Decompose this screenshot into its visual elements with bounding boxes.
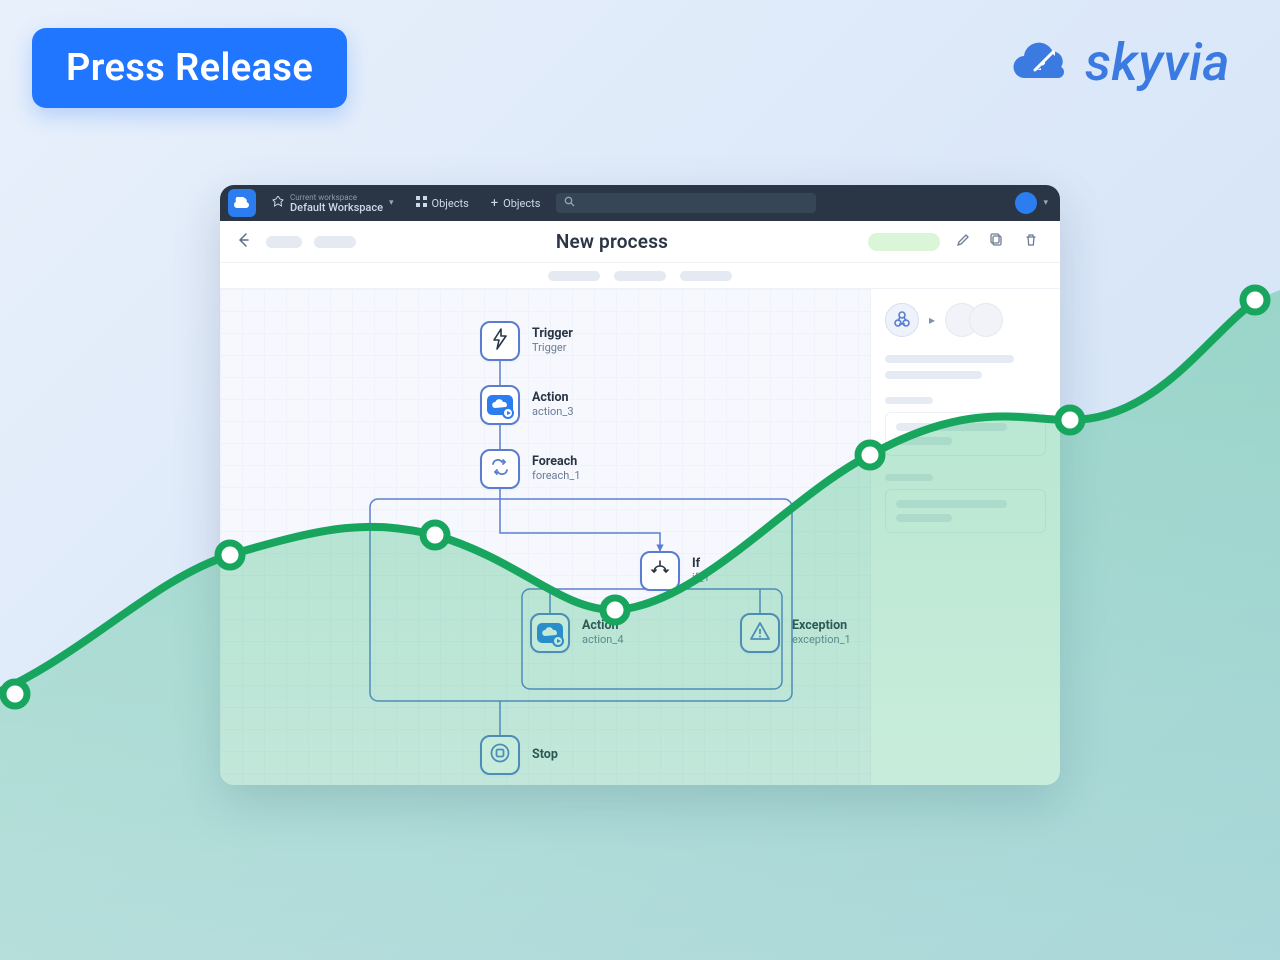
skeleton-block [885, 412, 1046, 456]
brand-name: skyvia [1085, 32, 1230, 93]
user-avatar[interactable] [1015, 192, 1037, 214]
workspace-caption: Current workspace [290, 194, 383, 202]
plus-icon: + [491, 196, 498, 211]
node-title: If [692, 556, 710, 571]
chevron-down-icon: ▾ [389, 198, 394, 208]
stop-icon [489, 742, 511, 768]
back-icon[interactable] [238, 232, 254, 252]
title-bar: New process [220, 221, 1060, 263]
node-title: Action [532, 390, 574, 405]
node-subtitle: action_4 [582, 633, 624, 646]
edit-icon[interactable] [952, 233, 974, 251]
node-action-3[interactable]: Action action_3 [480, 385, 520, 425]
node-title: Stop [532, 747, 558, 762]
tabs-row [220, 263, 1060, 289]
search-icon [564, 196, 575, 210]
branch-icon [649, 559, 671, 583]
node-stop[interactable]: Stop [480, 735, 520, 775]
stage: Press Release skyvia [0, 0, 1280, 960]
skeleton-line [885, 371, 982, 379]
node-action-4[interactable]: Action action_4 [530, 613, 570, 653]
skeleton-line [885, 397, 933, 404]
topbar: Current workspace Default Workspace ▾ Ob… [220, 185, 1060, 221]
tab-placeholder [680, 271, 732, 281]
lightning-icon [491, 328, 509, 354]
node-title: Action [582, 618, 624, 633]
node-trigger[interactable]: Trigger Trigger [480, 321, 520, 361]
node-exception[interactable]: Exception exception_1 [740, 613, 780, 653]
brand: skyvia [1011, 32, 1230, 93]
skeleton-line [885, 355, 1014, 363]
search-input[interactable] [556, 193, 816, 213]
page-title: New process [368, 230, 856, 253]
add-objects-label: Objects [503, 197, 540, 210]
chevron-down-icon[interactable]: ▾ [1043, 198, 1048, 208]
objects-button[interactable]: Objects [410, 196, 475, 210]
node-title: Foreach [532, 454, 581, 469]
connector-placeholder [969, 303, 1003, 337]
breadcrumb-placeholder [266, 236, 302, 248]
node-subtitle: action_3 [532, 405, 574, 418]
details-panel: ▸ [870, 289, 1060, 785]
webhook-icon [885, 303, 919, 337]
skeleton-block [885, 489, 1046, 533]
node-title: Exception [792, 618, 851, 633]
play-badge-icon [552, 635, 564, 647]
node-subtitle: exception_1 [792, 633, 851, 646]
tab-placeholder [614, 271, 666, 281]
flow-canvas[interactable]: Trigger Trigger Action action_3 [220, 289, 870, 785]
arrow-right-icon: ▸ [929, 313, 935, 327]
breadcrumb-placeholder [314, 236, 356, 248]
cloud-logo-icon [1011, 40, 1071, 86]
node-subtitle: if_1 [692, 571, 710, 584]
workspace-name: Default Workspace [290, 202, 383, 213]
copy-icon[interactable] [986, 233, 1008, 251]
grid-icon [416, 196, 427, 210]
workspace-switcher[interactable]: Current workspace Default Workspace ▾ [266, 194, 400, 213]
node-if[interactable]: If if_1 [640, 551, 680, 591]
app-logo-icon [228, 189, 256, 217]
tab-placeholder [548, 271, 600, 281]
skeleton-line [885, 474, 933, 481]
add-objects-button[interactable]: + Objects [485, 196, 547, 211]
objects-label: Objects [432, 197, 469, 210]
node-subtitle: Trigger [532, 341, 573, 354]
loop-icon [489, 458, 511, 480]
trash-icon[interactable] [1020, 233, 1042, 251]
pin-icon [272, 196, 284, 211]
play-badge-icon [502, 407, 514, 419]
status-badge [868, 233, 940, 251]
node-title: Trigger [532, 326, 573, 341]
app-window: Current workspace Default Workspace ▾ Ob… [220, 185, 1060, 785]
press-release-badge: Press Release [32, 28, 347, 108]
node-foreach[interactable]: Foreach foreach_1 [480, 449, 520, 489]
node-subtitle: foreach_1 [532, 469, 581, 482]
warning-icon [749, 621, 771, 645]
